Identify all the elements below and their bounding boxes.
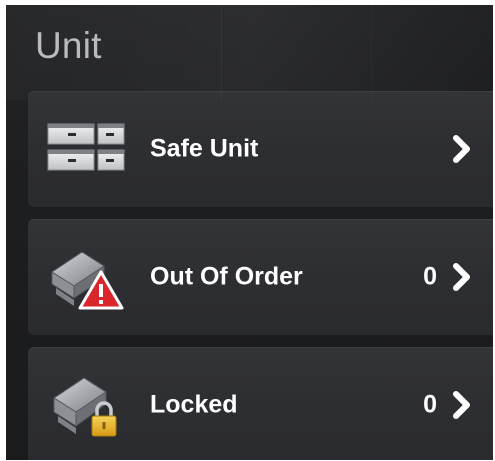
locked-icon [46, 370, 126, 440]
chevron-right-icon[interactable] [451, 390, 473, 420]
safe-unit-icon [46, 114, 126, 184]
list-item-label: Safe Unit [150, 134, 259, 163]
unit-list: Safe Unit Out Of Order 0 Locked 0 [28, 91, 493, 460]
chevron-right-icon[interactable] [451, 134, 473, 164]
chevron-right-icon[interactable] [451, 262, 473, 292]
out-of-order-icon [46, 242, 126, 312]
panel-title: Unit [35, 25, 102, 66]
list-item-count: 0 [423, 262, 437, 291]
list-item-locked[interactable]: Locked 0 [28, 347, 493, 460]
list-item-safe-unit[interactable]: Safe Unit [28, 91, 493, 207]
list-item-label: Out Of Order [150, 262, 303, 291]
list-item-count: 0 [423, 390, 437, 419]
list-item-out-of-order[interactable]: Out Of Order 0 [28, 219, 493, 335]
unit-panel: Unit Safe Unit Out Of Order 0 Locked 0 [6, 5, 493, 460]
list-item-label: Locked [150, 390, 238, 419]
